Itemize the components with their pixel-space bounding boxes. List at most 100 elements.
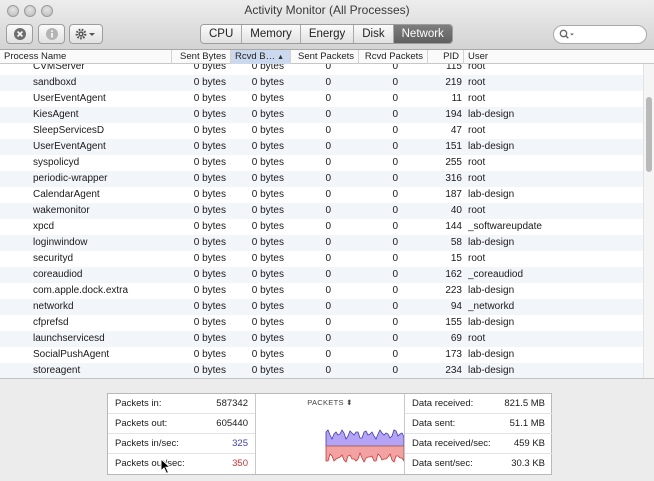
column-sent-bytes[interactable]: Sent Bytes bbox=[172, 50, 231, 64]
stat-label: Packets out: bbox=[115, 418, 168, 429]
table-row[interactable]: storeagent 0 bytes 0 bytes 0 0 234 lab-design bbox=[0, 363, 643, 378]
cell-rcvd-packets: 0 bbox=[392, 285, 398, 296]
stat-value: 459 KB bbox=[513, 438, 545, 449]
packets-out-area bbox=[325, 445, 404, 463]
packets-in-row: Packets in: 587342 bbox=[108, 394, 255, 414]
cell-rcvd-bytes: 0 bytes bbox=[251, 157, 284, 168]
table-row[interactable]: wakemonitor 0 bytes 0 bytes 0 0 40 root bbox=[0, 203, 643, 219]
table-row[interactable]: loginwindow 0 bytes 0 bytes 0 0 58 lab-design bbox=[0, 235, 643, 251]
column-process-name[interactable]: Process Name bbox=[0, 50, 172, 64]
action-menu-button[interactable] bbox=[69, 24, 103, 44]
cell-rcvd-packets: 0 bbox=[392, 157, 398, 168]
cell-rcvd-bytes: 0 bytes bbox=[251, 301, 284, 312]
table-row[interactable]: coreaudiod 0 bytes 0 bytes 0 0 162 _coreaudiod bbox=[0, 267, 643, 283]
stop-icon bbox=[13, 28, 26, 40]
cell-pid: 151 bbox=[445, 141, 462, 152]
graph-title: PACKETS bbox=[307, 398, 344, 407]
cell-process-name: securityd bbox=[33, 253, 74, 264]
cell-sent-bytes: 0 bytes bbox=[193, 333, 226, 344]
table-row[interactable]: SocialPushAgent 0 bytes 0 bytes 0 0 173 lab-de… bbox=[0, 347, 643, 363]
column-user[interactable]: User bbox=[464, 50, 654, 64]
column-pid[interactable]: PID bbox=[428, 50, 464, 64]
cell-user: root bbox=[468, 125, 486, 136]
table-row[interactable]: xpcd 0 bytes 0 bytes 0 0 144 _softwareupdate bbox=[0, 219, 643, 235]
cell-process-name: com.apple.dock.extra bbox=[33, 285, 129, 296]
cell-pid: 255 bbox=[445, 157, 462, 168]
cell-pid: 40 bbox=[450, 205, 462, 216]
table-row[interactable]: syspolicyd 0 bytes 0 bytes 0 0 255 root bbox=[0, 155, 643, 171]
data-received-row: Data received: 821.5 MB bbox=[405, 394, 552, 414]
scrollbar-thumb[interactable] bbox=[646, 97, 652, 172]
stat-label: Packets in/sec: bbox=[115, 438, 179, 449]
cell-user: root bbox=[468, 253, 486, 264]
vertical-scrollbar[interactable] bbox=[643, 64, 654, 378]
cell-process-name: SleepServicesD bbox=[33, 125, 105, 136]
cell-process-name: KiesAgent bbox=[33, 109, 79, 120]
column-rcvd-bytes[interactable]: Rcvd B… ▲ bbox=[231, 50, 291, 64]
graph-title-selector[interactable]: PACKETS ⬍ bbox=[256, 398, 404, 407]
cell-rcvd-bytes: 0 bytes bbox=[251, 125, 284, 136]
cell-rcvd-bytes: 0 bytes bbox=[251, 109, 284, 120]
cell-pid: 155 bbox=[445, 317, 462, 328]
cell-pid: 187 bbox=[445, 189, 462, 200]
cell-rcvd-bytes: 0 bytes bbox=[251, 189, 284, 200]
table-row[interactable]: sandboxd 0 bytes 0 bytes 0 0 219 root bbox=[0, 75, 643, 91]
tab-disk[interactable]: Disk bbox=[354, 25, 394, 43]
cell-user: _coreaudiod bbox=[468, 269, 524, 280]
mouse-pointer-icon bbox=[160, 458, 171, 475]
stat-value: 587342 bbox=[216, 398, 248, 409]
cell-user: lab-design bbox=[468, 349, 515, 360]
table-row[interactable]: CalendarAgent 0 bytes 0 bytes 0 0 187 lab-desi… bbox=[0, 187, 643, 203]
search-input[interactable] bbox=[576, 27, 642, 42]
table-row[interactable]: securityd 0 bytes 0 bytes 0 0 15 root bbox=[0, 251, 643, 267]
cell-pid: 234 bbox=[445, 365, 462, 376]
cell-sent-packets: 0 bbox=[325, 205, 331, 216]
cell-rcvd-bytes: 0 bytes bbox=[251, 93, 284, 104]
table-row[interactable]: UserEventAgent 0 bytes 0 bytes 0 0 11 root bbox=[0, 91, 643, 107]
table-row[interactable]: networkd 0 bytes 0 bytes 0 0 94 _networkd bbox=[0, 299, 643, 315]
column-rcvd-packets[interactable]: Rcvd Packets bbox=[359, 50, 428, 64]
table-row[interactable]: periodic-wrapper 0 bytes 0 bytes 0 0 316 root bbox=[0, 171, 643, 187]
stat-value: 350 bbox=[232, 458, 248, 469]
data-sent-per-sec-row: Data sent/sec: 30.3 KB bbox=[405, 454, 552, 474]
stat-value: 821.5 MB bbox=[504, 398, 545, 409]
cell-pid: 15 bbox=[450, 253, 462, 264]
info-icon bbox=[45, 28, 58, 40]
cell-sent-bytes: 0 bytes bbox=[193, 77, 226, 88]
cell-process-name: wakemonitor bbox=[33, 205, 90, 216]
cell-rcvd-packets: 0 bbox=[392, 205, 398, 216]
cell-user: root bbox=[468, 93, 486, 104]
stat-value: 605440 bbox=[216, 418, 248, 429]
cell-sent-packets: 0 bbox=[325, 109, 331, 120]
table-row[interactable]: SleepServicesD 0 bytes 0 bytes 0 0 47 root bbox=[0, 123, 643, 139]
cell-process-name: launchservicesd bbox=[33, 333, 105, 344]
table-row[interactable]: KiesAgent 0 bytes 0 bytes 0 0 194 lab-design bbox=[0, 107, 643, 123]
cell-process-name: UserEventAgent bbox=[33, 93, 106, 104]
table-row[interactable]: launchservicesd 0 bytes 0 bytes 0 0 69 root bbox=[0, 331, 643, 347]
inspect-process-button[interactable] bbox=[38, 24, 65, 44]
stop-process-button[interactable] bbox=[6, 24, 33, 44]
tab-network[interactable]: Network bbox=[393, 25, 452, 43]
table-row[interactable]: UserEventAgent 0 bytes 0 bytes 0 0 151 lab-des… bbox=[0, 139, 643, 155]
column-sent-packets[interactable]: Sent Packets bbox=[291, 50, 359, 64]
cell-process-name: CalendarAgent bbox=[33, 189, 100, 200]
table-row[interactable]: com.apple.dock.extra 0 bytes 0 bytes 0 0 223 l… bbox=[0, 283, 643, 299]
tab-energy[interactable]: Energy bbox=[300, 25, 355, 43]
cell-sent-packets: 0 bbox=[325, 64, 331, 72]
cell-rcvd-bytes: 0 bytes bbox=[251, 365, 284, 376]
data-received-per-sec-row: Data received/sec: 459 KB bbox=[405, 434, 552, 454]
cell-sent-bytes: 0 bytes bbox=[193, 301, 226, 312]
search-field[interactable] bbox=[553, 25, 647, 44]
gear-icon bbox=[75, 28, 95, 40]
cell-user: root bbox=[468, 173, 486, 184]
cell-sent-packets: 0 bbox=[325, 253, 331, 264]
cell-rcvd-packets: 0 bbox=[392, 301, 398, 312]
table-row[interactable]: cfprefsd 0 bytes 0 bytes 0 0 155 lab-design bbox=[0, 315, 643, 331]
tab-cpu[interactable]: CPU bbox=[201, 25, 243, 43]
tab-memory[interactable]: Memory bbox=[242, 25, 301, 43]
table-row[interactable]: CVMServer 0 bytes 0 bytes 0 0 115 root bbox=[0, 64, 643, 75]
cell-user: root bbox=[468, 333, 486, 344]
cell-user: lab-design bbox=[468, 109, 515, 120]
cell-user: root bbox=[468, 205, 486, 216]
cell-pid: 162 bbox=[445, 269, 462, 280]
